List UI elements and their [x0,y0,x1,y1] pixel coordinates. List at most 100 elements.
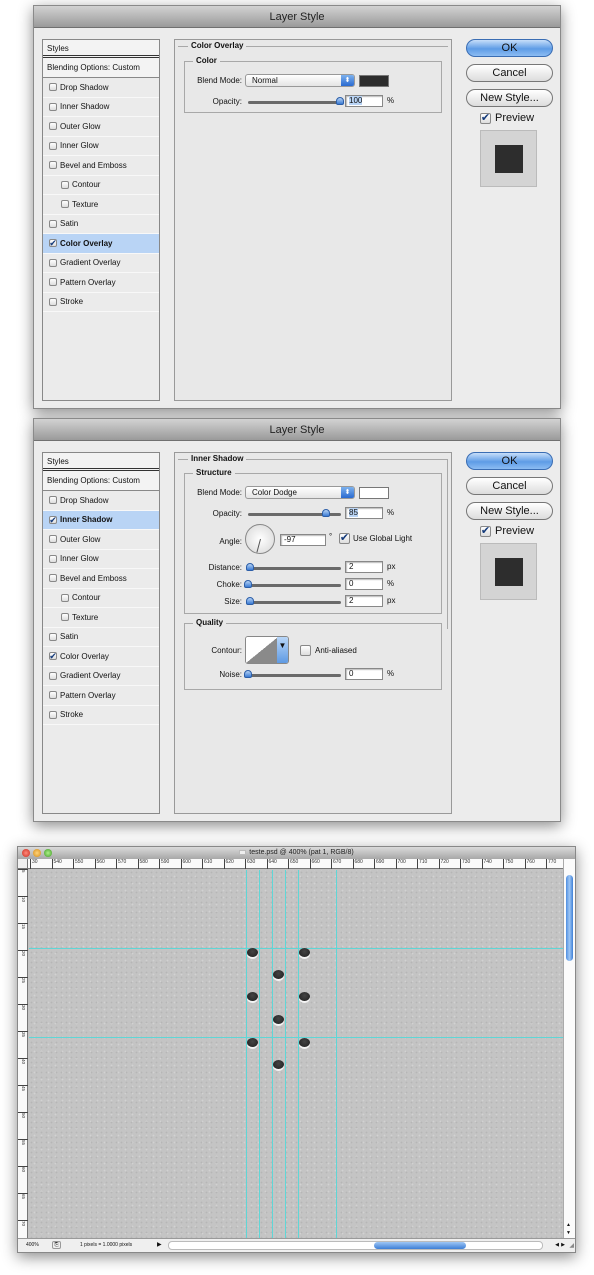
guide-vertical[interactable] [336,870,337,1238]
guide-vertical[interactable] [272,870,273,1238]
choke-input[interactable]: 0 [345,578,383,590]
guide-horizontal[interactable] [29,948,563,949]
size-slider-knob[interactable] [246,597,254,605]
checkbox-unchecked-icon[interactable] [49,691,57,700]
choke-slider-knob[interactable] [244,580,252,588]
guide-vertical[interactable] [246,870,247,1238]
new-style-button[interactable]: New Style... [466,89,553,107]
checkbox-unchecked-icon[interactable] [49,141,57,150]
preview-checkbox[interactable]: ✔ Preview [480,525,534,537]
style-item-stroke[interactable]: Stroke [43,706,159,725]
guide-vertical[interactable] [298,870,299,1238]
angle-input[interactable]: -97 [280,534,326,546]
blend-mode-select[interactable]: Normal ⬍ [245,74,355,87]
style-item-inner-glow[interactable]: Inner Glow [43,550,159,569]
guide-horizontal[interactable] [29,1037,563,1038]
checkbox-unchecked-icon[interactable] [61,613,69,622]
checkbox-unchecked-icon[interactable] [61,593,69,602]
horizontal-scrollbar[interactable] [168,1241,543,1250]
style-item-inner-shadow[interactable]: ✔ Inner Shadow [43,510,159,530]
guide-vertical[interactable] [259,870,260,1238]
distance-input[interactable]: 2 [345,561,383,573]
opacity-slider[interactable] [248,509,341,517]
scroll-down-arrow-icon[interactable]: ▼ [566,1230,571,1236]
checkbox-unchecked-icon[interactable] [49,122,57,131]
style-item-stroke[interactable]: Stroke [43,293,159,312]
scroll-up-arrow-icon[interactable]: ▲ [566,1222,571,1228]
cancel-button[interactable]: Cancel [466,64,553,82]
overlay-color-swatch[interactable] [359,75,389,87]
minimize-button[interactable] [33,849,41,857]
style-item-color-overlay[interactable]: ✔ Color Overlay [43,647,159,667]
checkbox-unchecked-icon[interactable] [49,83,57,92]
checkbox-unchecked-icon[interactable] [49,710,57,719]
checkbox-unchecked-icon[interactable] [49,574,57,583]
style-item-gradient-overlay[interactable]: Gradient Overlay [43,254,159,273]
document-info-icon[interactable]: ⎘ [52,1241,61,1249]
style-item-color-overlay[interactable]: ✔ Color Overlay [43,234,159,254]
checkbox-unchecked-icon[interactable] [49,102,57,111]
checkbox-checked-icon[interactable]: ✔ [49,652,57,661]
use-global-light-checkbox[interactable]: ✔ Use Global Light [339,533,412,544]
style-item-contour[interactable]: Contour [43,589,159,608]
document-canvas[interactable] [29,870,563,1238]
checkbox-unchecked-icon[interactable] [49,496,57,505]
style-item-satin[interactable]: Satin [43,215,159,234]
size-input[interactable]: 2 [345,595,383,607]
checkbox-unchecked-icon[interactable] [61,180,69,189]
scroll-left-arrow-icon[interactable]: ◀ [555,1242,559,1248]
style-item-outer-glow[interactable]: Outer Glow [43,117,159,137]
checkbox-unchecked-icon[interactable] [49,554,57,563]
style-item-satin[interactable]: Satin [43,628,159,647]
vertical-scroll-thumb[interactable] [566,875,573,961]
style-item-texture[interactable]: Texture [43,195,159,215]
style-item-bevel-and-emboss[interactable]: Bevel and Emboss [43,156,159,176]
close-button[interactable] [22,849,30,857]
style-item-contour[interactable]: Contour [43,176,159,195]
cancel-button[interactable]: Cancel [466,477,553,495]
style-item-gradient-overlay[interactable]: Gradient Overlay [43,667,159,686]
vertical-ruler[interactable]: 5 10 15 20 25 30 35 40 45 50 55 60 65 70 [18,869,28,1238]
angle-dial[interactable] [245,524,275,554]
blending-options-item[interactable]: Blending Options: Custom [43,58,159,78]
checkbox-checked-icon[interactable]: ✔ [49,515,57,524]
styles-header[interactable]: Styles [43,40,159,58]
style-item-texture[interactable]: Texture [43,608,159,628]
checkbox-unchecked-icon[interactable] [49,219,57,228]
ok-button[interactable]: OK [466,452,553,470]
choke-slider[interactable] [244,580,341,588]
checkbox-unchecked-icon[interactable] [49,632,57,641]
style-item-inner-shadow[interactable]: Inner Shadow [43,98,159,117]
blend-mode-select[interactable]: Color Dodge ⬍ [245,486,355,499]
style-item-pattern-overlay[interactable]: Pattern Overlay [43,686,159,706]
anti-aliased-checkbox[interactable]: Anti-aliased [300,645,357,656]
guide-vertical[interactable] [285,870,286,1238]
zoom-button[interactable] [44,849,52,857]
checkbox-unchecked-icon[interactable] [61,200,69,209]
checkbox-unchecked-icon[interactable] [49,297,57,306]
checkbox-checked-icon[interactable]: ✔ [49,239,57,248]
horizontal-scroll-thumb[interactable] [374,1242,466,1249]
resize-grip-icon[interactable]: ◢ [569,1242,574,1249]
shadow-color-swatch[interactable] [359,487,389,499]
style-item-pattern-overlay[interactable]: Pattern Overlay [43,273,159,293]
opacity-input[interactable]: 100 [345,95,383,107]
vertical-scrollbar[interactable]: ▲ ▼ [563,859,575,1238]
style-item-outer-glow[interactable]: Outer Glow [43,530,159,550]
opacity-slider-knob[interactable] [322,509,331,517]
noise-slider-knob[interactable] [244,670,252,678]
distance-slider-knob[interactable] [246,563,254,571]
checkbox-unchecked-icon[interactable] [49,535,57,544]
style-item-inner-glow[interactable]: Inner Glow [43,137,159,156]
distance-slider[interactable] [246,563,341,571]
size-slider[interactable] [246,597,341,605]
checkbox-unchecked-icon[interactable] [49,671,57,680]
noise-slider[interactable] [244,670,341,678]
styles-header[interactable]: Styles [43,453,159,471]
noise-input[interactable]: 0 [345,668,383,680]
scroll-right-arrow-icon[interactable]: ▶ [561,1242,565,1248]
ok-button[interactable]: OK [466,39,553,57]
style-item-drop-shadow[interactable]: Drop Shadow [43,78,159,98]
zoom-level[interactable]: 400% [26,1242,39,1248]
contour-picker[interactable]: ▼ [245,636,289,664]
